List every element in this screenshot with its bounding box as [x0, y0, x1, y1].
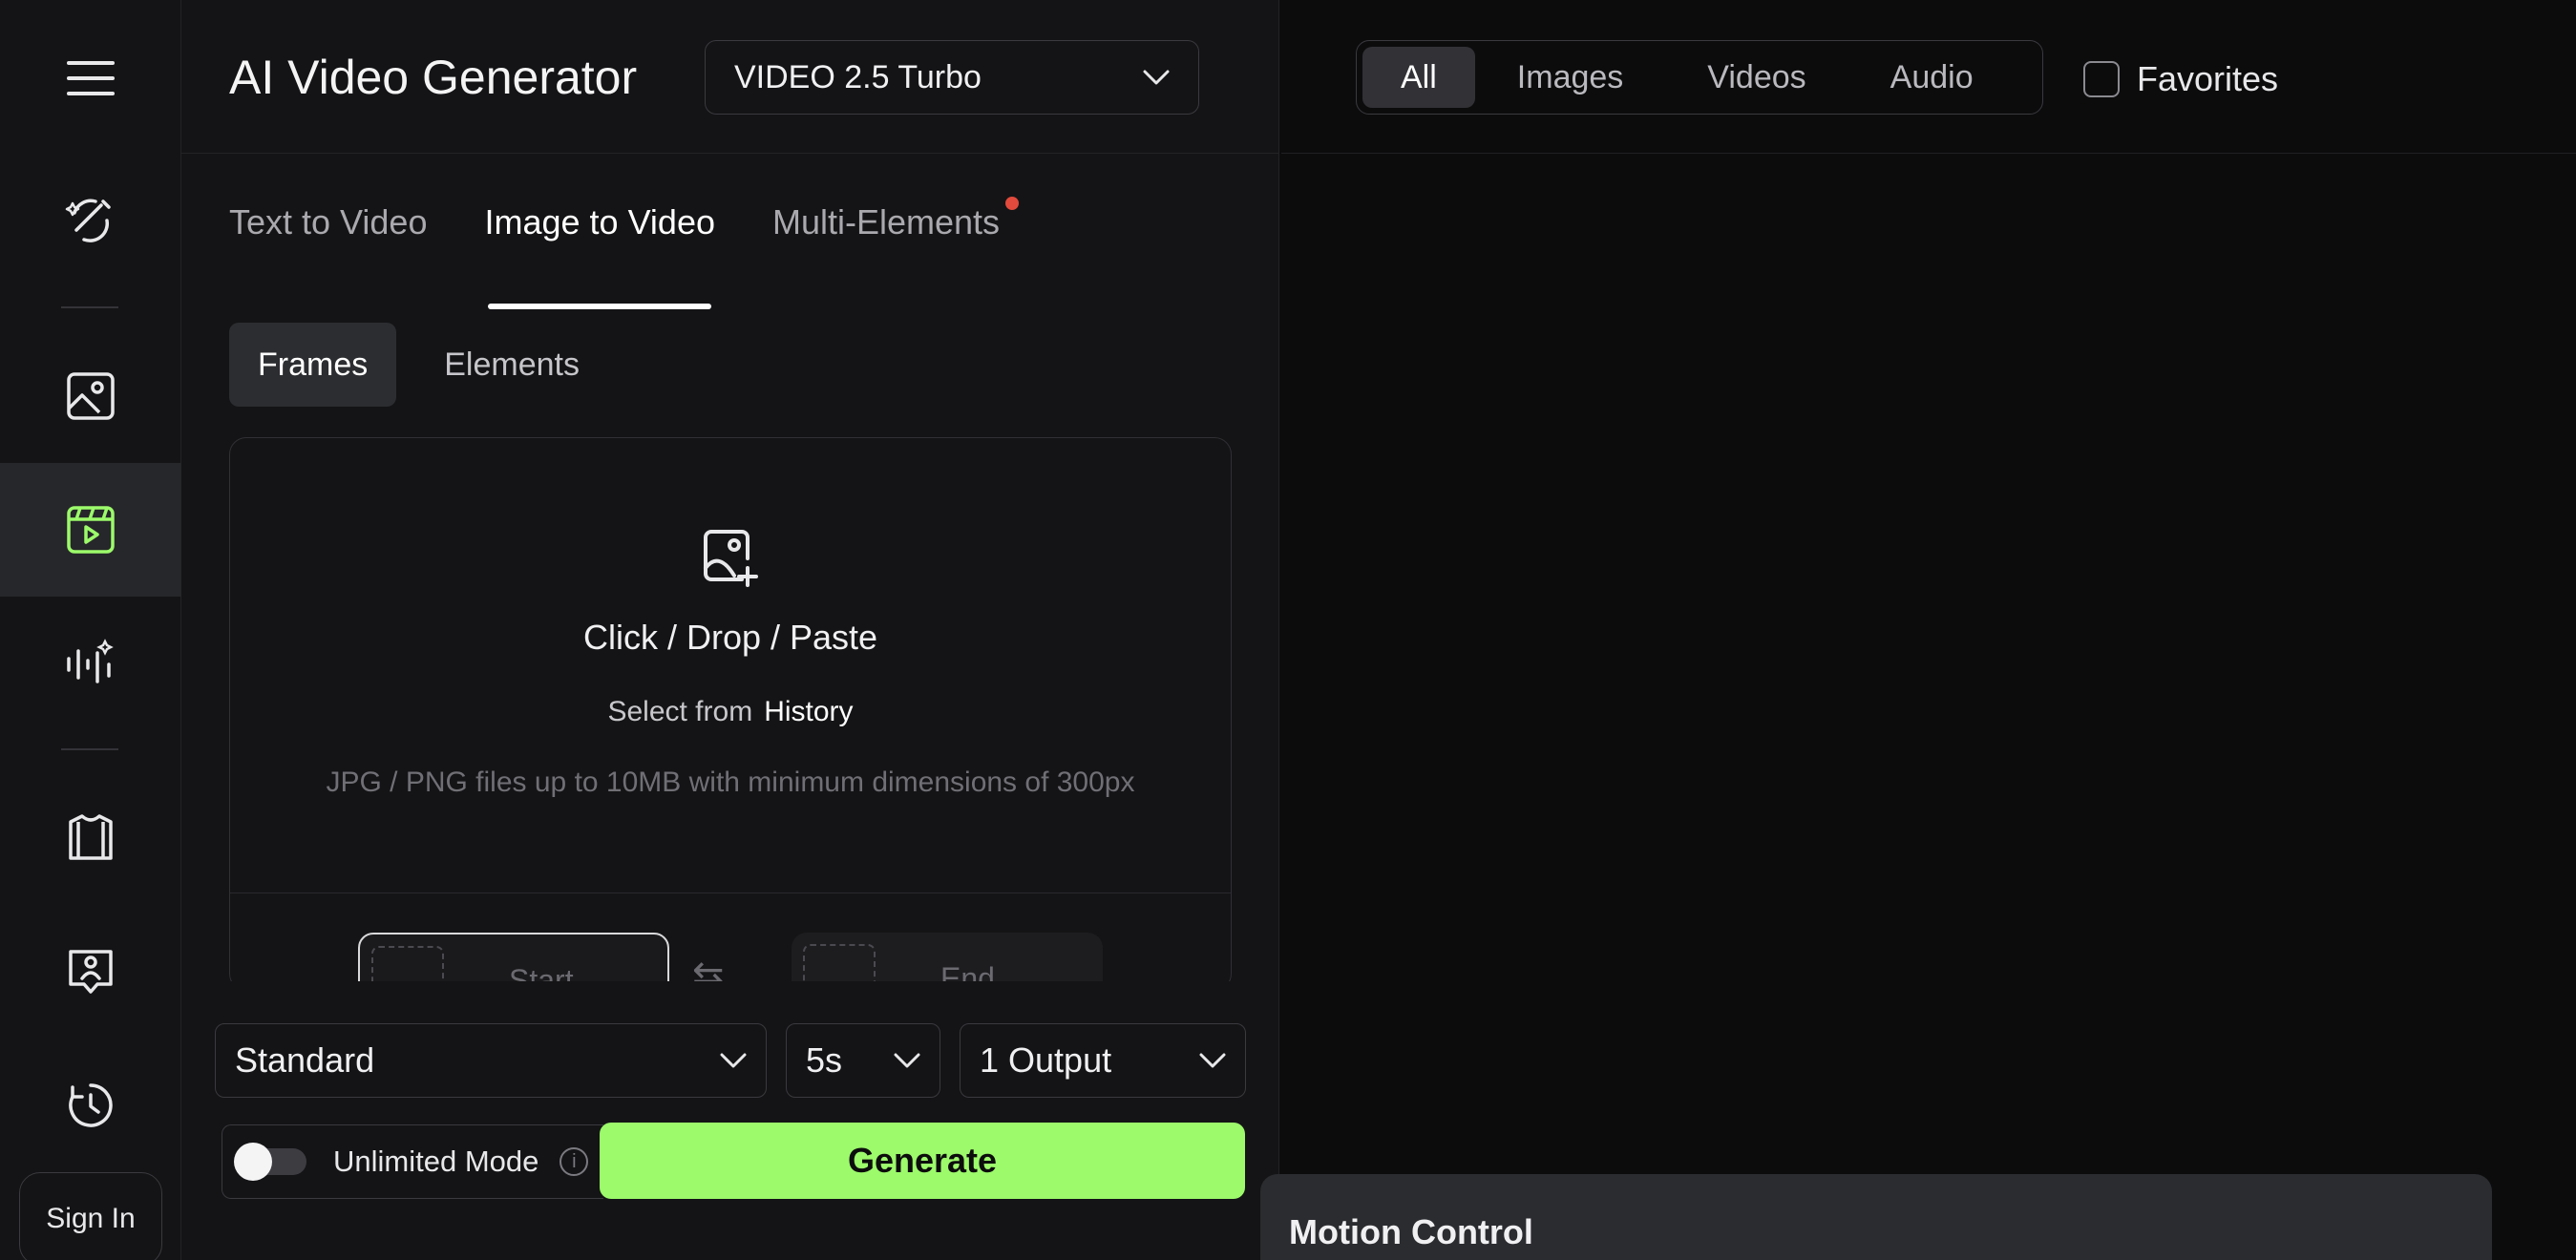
- gallery-header-divider: [1281, 153, 2576, 154]
- filter-all[interactable]: All: [1362, 47, 1475, 108]
- subtab-elements[interactable]: Elements: [415, 323, 608, 407]
- motion-control-title: Motion Control: [1289, 1212, 1533, 1251]
- favorites-label: Favorites: [2137, 59, 2279, 98]
- sidebar-item-audio[interactable]: [0, 597, 181, 730]
- sidebar-divider: [61, 748, 118, 750]
- quality-select[interactable]: Standard: [215, 1023, 767, 1098]
- motion-control-card[interactable]: Motion Control: [1260, 1174, 2492, 1260]
- unlimited-mode-toggle[interactable]: [234, 1143, 306, 1181]
- select-prefix: Select from: [607, 696, 753, 727]
- sidebar-item-home[interactable]: [0, 153, 181, 286]
- audio-wave-icon: [67, 639, 114, 683]
- sidebar: Sign In: [0, 0, 181, 1260]
- menu-button[interactable]: [0, 11, 181, 145]
- favorites-checkbox[interactable]: [2083, 61, 2120, 97]
- unlimited-mode-control: Unlimited Mode i: [222, 1124, 603, 1199]
- sidebar-item-image[interactable]: [0, 329, 181, 463]
- chevron-down-icon: [1199, 1053, 1226, 1068]
- output-count-select[interactable]: 1 Output: [960, 1023, 1246, 1098]
- chevron-down-icon: [894, 1053, 920, 1068]
- sign-in-button[interactable]: Sign In: [19, 1172, 162, 1260]
- shirt-icon: [69, 814, 113, 860]
- mode-tabs: Text to Video Image to Video Multi-Eleme…: [229, 197, 1020, 309]
- gallery-filter-tabs: All Images Videos Audio: [1356, 40, 2043, 115]
- upload-divider: [230, 892, 1231, 893]
- model-select[interactable]: VIDEO 2.5 Turbo: [705, 40, 1199, 115]
- tab-label: Multi-Elements: [772, 202, 1001, 242]
- subtab-frames[interactable]: Frames: [229, 323, 397, 407]
- duration-select[interactable]: 5s: [786, 1023, 940, 1098]
- input-subtabs: Frames Elements: [229, 323, 608, 407]
- model-select-value: VIDEO 2.5 Turbo: [734, 58, 982, 95]
- filter-audio[interactable]: Audio: [1848, 47, 2016, 108]
- filter-videos[interactable]: Videos: [1665, 47, 1848, 108]
- duration-value: 5s: [806, 1040, 843, 1080]
- favorites-filter[interactable]: Favorites: [2083, 59, 2278, 99]
- filter-images[interactable]: Images: [1475, 47, 1666, 108]
- unlimited-mode-label: Unlimited Mode: [333, 1144, 539, 1178]
- page-title: AI Video Generator: [229, 51, 638, 104]
- chevron-down-icon: [720, 1053, 747, 1068]
- tab-text-to-video[interactable]: Text to Video: [229, 202, 427, 260]
- sidebar-item-avatar[interactable]: [0, 905, 181, 1039]
- scroll-fade: [229, 981, 1232, 1010]
- sidebar-item-video[interactable]: [0, 463, 181, 597]
- add-image-icon: [704, 530, 758, 587]
- menu-icon: [67, 61, 115, 95]
- generator-panel: AI Video Generator VIDEO 2.5 Turbo Text …: [181, 0, 1279, 1260]
- sidebar-item-tryon[interactable]: [0, 771, 181, 905]
- tab-image-to-video[interactable]: Image to Video: [484, 202, 715, 309]
- avatar-frame-icon: [69, 950, 113, 994]
- upload-hint: JPG / PNG files up to 10MB with minimum …: [326, 766, 1135, 798]
- image-icon: [67, 372, 115, 420]
- sidebar-divider: [61, 306, 118, 308]
- output-count-value: 1 Output: [980, 1040, 1112, 1080]
- new-badge-dot: [1005, 197, 1020, 210]
- magic-wand-icon: [65, 199, 111, 242]
- tab-multi-elements[interactable]: Multi-Elements: [772, 197, 1020, 260]
- history-icon: [69, 1083, 113, 1127]
- video-icon: [67, 506, 115, 554]
- chevron-down-icon: [1143, 70, 1170, 85]
- info-icon[interactable]: i: [560, 1147, 589, 1176]
- generate-button[interactable]: Generate: [600, 1123, 1245, 1199]
- history-link[interactable]: History: [764, 696, 853, 727]
- quality-value: Standard: [235, 1040, 375, 1080]
- header-divider: [181, 153, 1279, 154]
- upload-instruction: Click / Drop / Paste: [582, 618, 878, 657]
- sidebar-item-history[interactable]: [0, 1039, 181, 1172]
- select-from-history: Select from History: [230, 696, 1231, 728]
- image-upload-dropzone[interactable]: Click / Drop / Paste Select from History …: [229, 437, 1232, 991]
